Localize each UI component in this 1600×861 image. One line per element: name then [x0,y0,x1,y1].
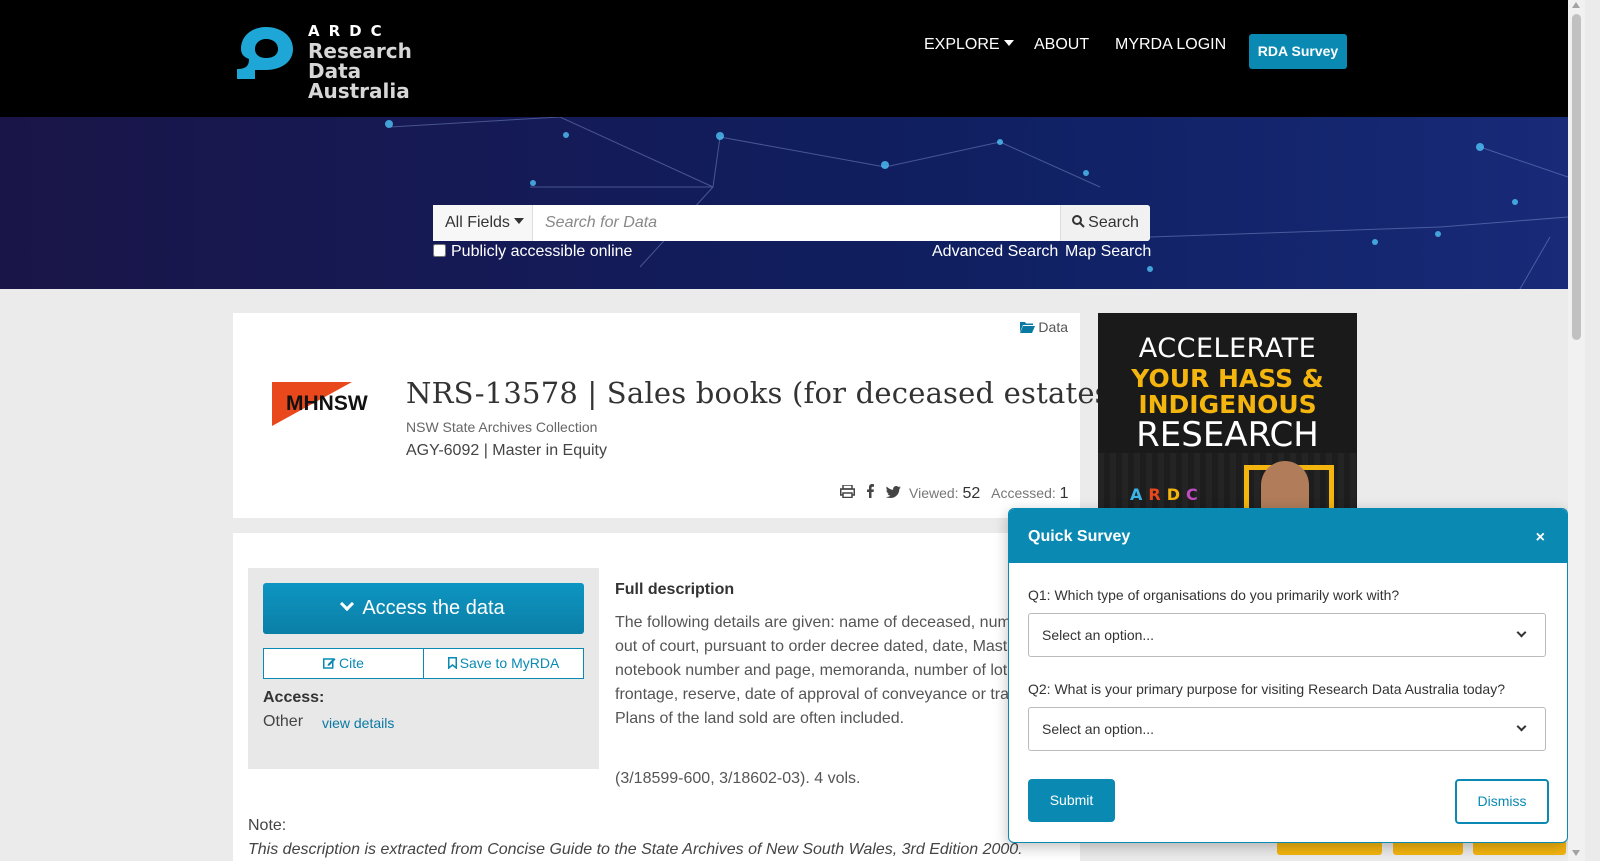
map-search-link[interactable]: Map Search [1065,243,1151,261]
cite-button[interactable]: Cite [263,648,424,679]
survey-q2-select[interactable]: Select an option... [1028,707,1546,751]
scroll-down-arrow-icon[interactable] [1572,850,1580,856]
record-type: Data [1020,319,1068,335]
description-heading: Full description [615,581,735,598]
cite-label: Cite [339,655,364,671]
logo-line-1: Research Data [308,39,412,83]
close-icon[interactable]: × [1536,529,1545,547]
search-button-label: Search [1088,214,1139,231]
nav-about[interactable]: ABOUT [1034,36,1089,54]
access-label: Access: [263,689,325,706]
chevron-down-icon [1516,721,1527,732]
page-scrollbar[interactable] [1568,0,1585,861]
rda-survey-button[interactable]: RDA Survey [1249,34,1347,69]
edit-icon [323,658,336,669]
site-logo[interactable]: ARDC Research Data Australia [233,22,463,101]
logo-line-2: Australia [308,79,410,103]
publisher-logo: MHNSW [272,382,368,426]
print-icon[interactable] [840,484,855,502]
description-line: frontage, reserve, date of approval of c… [615,686,1010,703]
twitter-icon[interactable] [886,485,902,502]
advanced-search-link[interactable]: Advanced Search [932,243,1058,261]
access-value: Other [263,713,304,730]
caret-down-icon [513,218,524,224]
description-line: Plans of the land sold are often include… [615,710,905,727]
survey-q1-value: Select an option... [1042,627,1155,643]
facebook-icon[interactable] [867,484,875,502]
note-label: Note: [248,817,287,834]
save-label: Save to MyRDA [459,655,560,671]
caret-down-icon [1003,40,1014,46]
chevron-down-icon [1516,627,1527,638]
record-agency: AGY-6092 | Master in Equity [406,442,607,459]
description-body: The following details are given: name of… [615,611,1075,731]
description-line: notebook number and page, memoranda, num… [615,662,1012,679]
access-panel: Access the data Cite Save to MyRDA Acces… [248,568,599,769]
survey-title: Quick Survey [1028,528,1131,545]
viewed-count: 52 [962,485,981,502]
survey-submit-button[interactable]: Submit [1028,779,1115,822]
access-data-label: Access the data [362,597,505,619]
accessed-count: 1 [1059,485,1069,502]
survey-dismiss-button[interactable]: Dismiss [1455,779,1549,824]
accessed-label: Accessed: [991,485,1056,501]
survey-question-1: Q1: Which type of organisations do you p… [1028,587,1400,603]
description-line: out of court, pursuant to order decree d… [615,638,1008,655]
promo-banner[interactable]: ACCELERATE YOUR HASS & INDIGENOUS RESEAR… [1098,313,1357,513]
ad-line-1: ACCELERATE [1138,333,1317,364]
ad-ardc-logo: ARDC [1130,485,1204,504]
record-title: NRS-13578 | Sales books (for deceased es… [406,376,1122,410]
nav-myrda-login[interactable]: MYRDA LOGIN [1115,36,1226,54]
record-header-card: Data MHNSW NRS-13578 | Sales books (for … [233,313,1121,518]
search-icon [1072,215,1085,228]
survey-header: Quick Survey × [1009,509,1567,563]
logo-mark-icon [237,27,293,79]
record-collection: NSW State Archives Collection [406,419,598,435]
search-fields-label: All Fields [445,214,510,231]
save-to-myrda-button[interactable]: Save to MyRDA [423,648,584,679]
access-data-button[interactable]: Access the data [263,583,584,634]
view-details-link[interactable]: view details [322,715,394,731]
ad-person-photo [1261,461,1309,513]
share-tools [840,484,909,502]
survey-q2-value: Select an option... [1042,721,1155,737]
ad-line-4: RESEARCH [1136,415,1319,455]
logo-ardc-text: ARDC [308,22,391,40]
folder-open-icon [1020,322,1036,333]
record-stats: Viewed: 52 Accessed: 1 [909,485,1069,503]
description-extent: (3/18599-600, 3/18602-03). 4 vols. [615,770,861,787]
scrollbar-thumb[interactable] [1572,14,1581,340]
publisher-logo-text: MHNSW [286,392,368,415]
search-hero [0,117,1568,289]
nav-explore[interactable]: EXPLORE [924,36,1014,54]
logo-wordmark: Research Data Australia [308,41,463,101]
public-access-checkbox[interactable] [433,244,446,257]
chevron-down-icon [340,596,355,612]
quick-survey-dialog: Quick Survey × Q1: Which type of organis… [1008,508,1568,843]
survey-q1-select[interactable]: Select an option... [1028,613,1546,657]
note-text: This description is extracted from Conci… [248,841,1023,858]
bookmark-icon [447,657,457,670]
network-background-graphic [385,117,1568,289]
viewed-label: Viewed: [909,485,959,501]
search-bar: All Fields Search [433,205,1150,241]
top-navbar: ARDC Research Data Australia EXPLORE ABO… [0,0,1568,117]
ad-line-2: YOUR HASS & [1131,364,1324,393]
survey-question-2: Q2: What is your primary purpose for vis… [1028,681,1505,697]
search-input[interactable] [533,205,1060,241]
record-type-label: Data [1038,319,1068,335]
scroll-up-arrow-icon[interactable] [1572,2,1580,8]
record-content-card: Access the data Cite Save to MyRDA Acces… [233,533,1080,861]
public-access-filter[interactable]: Publicly accessible online [433,243,632,261]
public-access-label: Publicly accessible online [451,243,633,260]
search-button[interactable]: Search [1060,205,1150,241]
nav-explore-label: EXPLORE [924,36,1000,53]
search-fields-dropdown[interactable]: All Fields [433,205,533,241]
description-line: The following details are given: name of… [615,614,1011,631]
